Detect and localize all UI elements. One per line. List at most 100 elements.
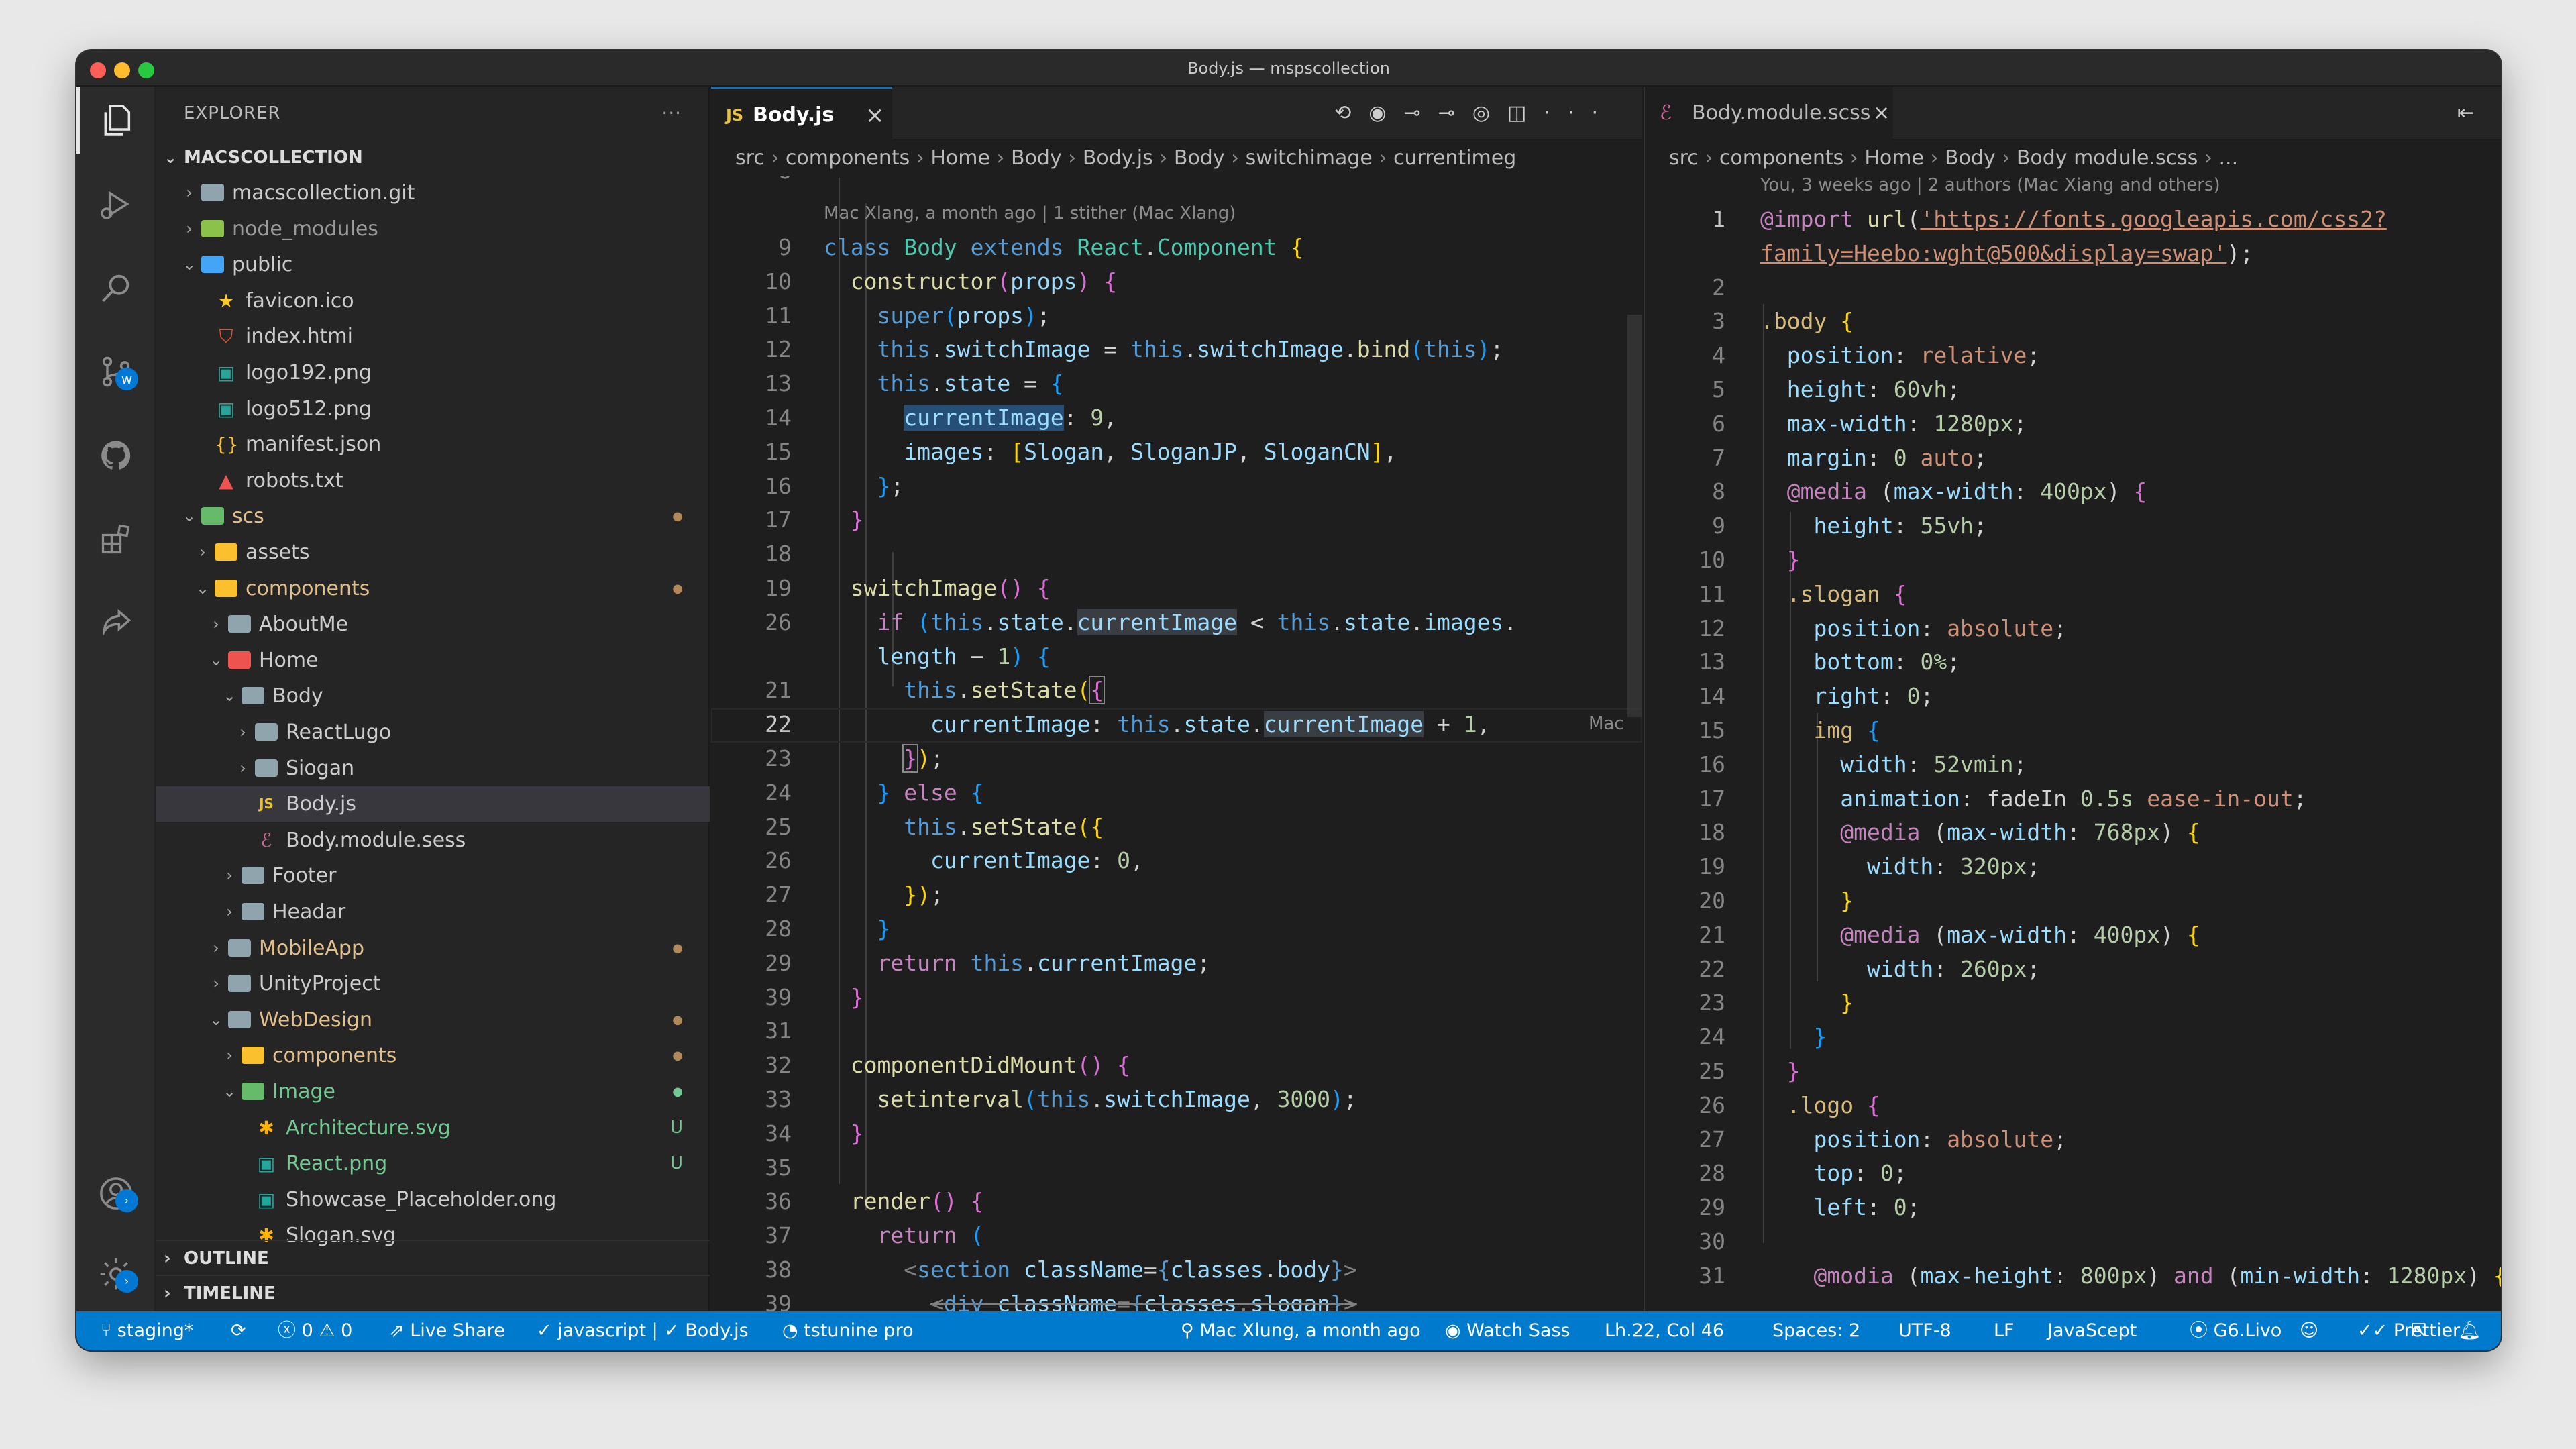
tree-folder-item[interactable]: › macscollection.git (156, 175, 710, 211)
code-line[interactable]: } (1760, 1058, 1801, 1084)
code-line[interactable]: images: [Slogan, SloganJP, SloganCN], (824, 439, 1397, 465)
code-line[interactable]: super(props); (824, 303, 1050, 329)
close-tab-icon[interactable]: × (1873, 87, 1890, 140)
files-icon[interactable] (76, 87, 156, 154)
code-line[interactable]: right: 0; (1760, 683, 1933, 709)
code-line[interactable]: } (1760, 1024, 1827, 1050)
code-area[interactable]: Mac Xlang, a month ago | 1 stither (Mac … (711, 176, 1642, 1311)
line-ending[interactable]: LF (1994, 1311, 2015, 1350)
tree-folder-item[interactable]: ⌄ Body (156, 678, 710, 714)
code-line[interactable]: this.state = { (824, 370, 1063, 396)
code-line[interactable]: img { (1760, 717, 1880, 743)
github-icon[interactable] (76, 422, 156, 489)
code-line[interactable]: return this.currentImage; (824, 950, 1210, 976)
branch-item[interactable]: ⑂ staging* (101, 1311, 193, 1350)
code-line[interactable]: <section className={classes.body}> (824, 1256, 1357, 1283)
tree-file-item[interactable]: ▣ logo512.png (156, 391, 710, 427)
tree-file-item[interactable]: ⛉ index.htmi (156, 319, 710, 354)
close-window-button[interactable] (90, 62, 106, 78)
tab-body-module-scss[interactable]: ℰ Body.module.scss × (1645, 87, 1893, 140)
code-line[interactable]: } (1760, 989, 1854, 1016)
code-line[interactable]: } (1760, 547, 1801, 573)
tree-folder-item[interactable]: › Headar (156, 894, 710, 930)
tree-file-item[interactable]: {} manifest.json (156, 427, 710, 462)
tree-folder-item[interactable]: › AboutMe (156, 606, 710, 642)
breadcrumb-item[interactable]: Home (930, 146, 990, 170)
tree-file-item[interactable]: JS Body.js (156, 786, 710, 822)
code-line[interactable]: bottom: 0%; (1760, 649, 1960, 675)
code-line[interactable]: return ( (824, 1222, 983, 1248)
breadcrumb-item[interactable]: switchimage (1246, 146, 1373, 170)
code-line[interactable]: render() { (824, 1188, 984, 1214)
code-line[interactable]: currentImage: this.state.currentImage + … (824, 711, 1490, 738)
next-change-icon[interactable]: ⊸ (1438, 101, 1472, 125)
code-line[interactable]: @modia (max-height: 800px) and (min-widt… (1760, 1263, 2501, 1289)
minimize-window-button[interactable] (114, 62, 130, 78)
breadcrumb-item[interactable]: src (735, 146, 765, 170)
open-changes-icon[interactable]: ⟲ (1334, 101, 1368, 125)
code-line[interactable]: .body { (1760, 308, 1854, 334)
tree-file-item[interactable]: ▣ logo192.png (156, 355, 710, 390)
tree-file-item[interactable]: ▣ React.png U (156, 1146, 710, 1181)
close-tab-icon[interactable]: × (865, 89, 885, 142)
live-share-icon[interactable] (76, 590, 156, 657)
code-line[interactable]: } (824, 1120, 864, 1146)
code-line[interactable]: } (824, 984, 864, 1010)
code-line[interactable]: constructor(props) { (824, 268, 1117, 294)
code-line[interactable]: if (this.state.currentImage < this.state… (824, 608, 1517, 635)
breadcrumb-item[interactable]: currentimeg (1393, 146, 1516, 170)
tree-folder-item[interactable]: ⌄ public (156, 247, 710, 282)
code-line[interactable]: setinterval(this.switchImage, 3000); (824, 1086, 1356, 1112)
go-live-button[interactable]: ⦿ G6.Livo (2190, 1311, 2282, 1350)
code-line[interactable]: class Body extends React.Component { (824, 234, 1303, 260)
tree-file-item[interactable]: ✱ Architecture.svg U (156, 1110, 710, 1146)
cursor-position[interactable]: Lh.22, Col 46 (1605, 1311, 1724, 1350)
breadcrumb-item[interactable]: Home (1864, 146, 1924, 170)
tree-folder-item[interactable]: › components ● (156, 1038, 710, 1073)
code-line[interactable]: } (1760, 888, 1854, 914)
feedback-icon[interactable]: ⇱ (2411, 1311, 2426, 1350)
breadcrumb-item[interactable]: Body module.scss (2017, 146, 2198, 170)
tree-folder-item[interactable]: › assets (156, 535, 710, 570)
code-line[interactable]: left: 0; (1760, 1194, 1920, 1220)
code-line[interactable]: animation: fadeIn 0.5s ease-in-out; (1760, 786, 2306, 812)
code-line[interactable]: }); (824, 881, 944, 908)
code-line[interactable]: .logo { (1760, 1092, 1880, 1118)
problems-item[interactable]: ⓧ 0 ⚠ 0 (278, 1311, 352, 1350)
code-line[interactable]: margin: 0 auto; (1760, 445, 1987, 471)
code-line[interactable]: .slogan { (1760, 581, 1907, 607)
breadcrumb-item[interactable]: Body (1174, 146, 1225, 170)
code-line[interactable]: position: absolute; (1760, 615, 2067, 641)
git-blame-annotation[interactable]: You, 3 weeks ago | 2 authors (Mac Xiang … (1760, 176, 2220, 195)
code-line[interactable]: position: relative; (1760, 342, 2041, 368)
search-icon[interactable] (76, 254, 156, 321)
tree-folder-item[interactable]: ⌄ scs ● (156, 498, 710, 534)
settings-gear-icon[interactable]: › (76, 1240, 156, 1307)
code-line[interactable]: max-width: 1280px; (1760, 411, 2027, 437)
tabnine-item[interactable]: ◔ tstunine pro (782, 1311, 914, 1350)
go-back-icon[interactable]: ◉ (1368, 101, 1403, 125)
tree-folder-item[interactable]: › Footer (156, 858, 710, 894)
run-debug-icon[interactable] (76, 170, 156, 237)
code-line[interactable]: height: 60vh; (1760, 376, 1960, 402)
tree-folder-item[interactable]: › ReactLugo (156, 714, 710, 750)
code-line[interactable]: width: 52vmin; (1760, 751, 2027, 777)
sync-icon[interactable]: ⟳ (231, 1311, 246, 1350)
prev-change-icon[interactable]: ⊸ (1404, 101, 1438, 125)
code-area[interactable]: You, 3 weeks ago | 2 authors (Mac Xiang … (1645, 176, 2501, 1311)
indentation[interactable]: Spaces: 2 (1772, 1311, 1860, 1350)
more-actions-icon[interactable]: ··· (1544, 101, 1615, 125)
code-line[interactable]: top: 0; (1760, 1160, 1907, 1186)
watch-sass-button[interactable]: ◉ Watch Sass (1445, 1311, 1570, 1350)
tree-folder-item[interactable]: › UnityProject (156, 966, 710, 1002)
tree-folder-item[interactable]: › node_modules (156, 211, 710, 247)
code-line[interactable]: this.switchImage = this.switchImage.bind… (824, 336, 1503, 362)
workspace-root[interactable]: ⌄ MACSCOLLECTION (156, 140, 710, 175)
live-share-button[interactable]: ⇗ Live Share (389, 1311, 505, 1350)
breadcrumb-item[interactable]: Body (1945, 146, 1996, 170)
code-line[interactable]: this.setState({ (824, 814, 1104, 840)
code-line[interactable]: length − 1) { (824, 643, 1050, 669)
split-layout-icon[interactable]: ⇤ (2457, 87, 2474, 140)
tab-body-js[interactable]: JS Body.js × (711, 87, 892, 140)
breadcrumb-item[interactable]: Body (1011, 146, 1062, 170)
